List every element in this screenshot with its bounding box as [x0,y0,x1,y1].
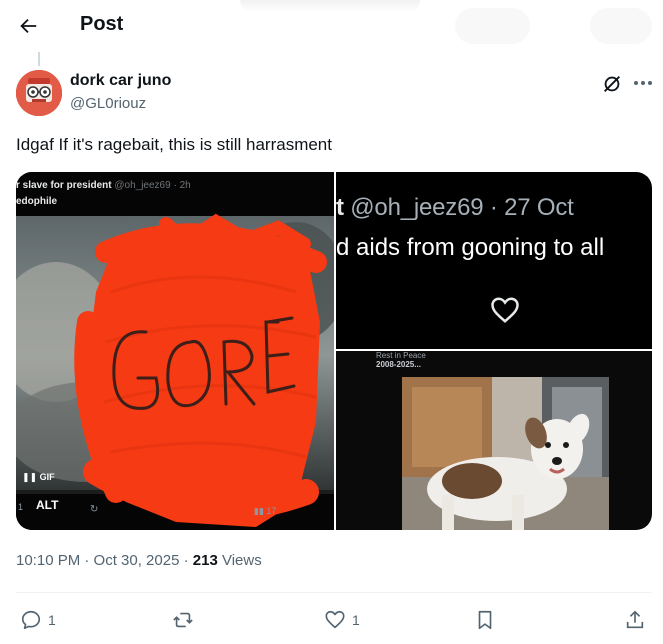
repost-icon [173,612,193,628]
avatar-image [16,70,62,116]
reply-count: 1 [48,612,56,628]
heart-icon [491,297,519,323]
avatar[interactable] [16,70,62,116]
media-grid: r slave for president @oh_jeez69 · 2h ed… [16,172,652,530]
like-button[interactable]: 1 [324,606,360,634]
post-text: Idgaf If it's ragebait, this is still ha… [16,135,332,154]
views-count: 213 [192,552,218,569]
bookmark-button[interactable] [474,606,496,634]
like-icon [325,610,345,629]
back-button[interactable] [12,10,44,42]
share-button[interactable] [624,606,646,634]
embedded-author-handle: @oh_jeez69 · 2h [114,180,191,191]
embedded-post-text: edophile [16,196,58,207]
views-label: Views [217,552,262,569]
zoomed-post-text: d aids from gooning to all [336,234,605,261]
like-count: 1 [352,612,360,628]
screenshot-dates: 2008-2025... [376,360,421,369]
action-bar: 1 1 [0,600,663,640]
gif-frame [16,172,334,530]
grok-button[interactable] [600,72,624,96]
arrow-left-icon [20,18,37,34]
embedded-post-author: r slave for president @oh_jeez69 · 2h [16,180,191,191]
embedded-repost-icon: ↻ [90,504,99,515]
embedded-views: ▮▮ 17 [254,506,276,517]
divider [16,592,652,593]
header-button-faded [590,8,652,44]
reply-icon [21,610,41,630]
header-shadow [240,0,420,12]
repost-button[interactable] [172,606,194,634]
author-handle[interactable]: @GL0riouz [70,95,146,112]
screenshot-caption: Rest in Peace [376,351,426,360]
author-name[interactable]: dork car juno [70,72,171,90]
zoomed-handle-text: @oh_jeez69 · 27 Oct [343,194,574,221]
media-image-tweet[interactable]: t @oh_jeez69 · 27 Oct d aids from goonin… [336,172,652,349]
media-image-dog[interactable]: Rest in Peace 2008-2025... [336,351,652,530]
grok-icon [604,76,620,92]
views-icon: ▮▮ [254,506,267,516]
reply-button[interactable]: 1 [20,606,56,634]
page-title: Post [80,13,124,35]
bookmark-icon [478,610,492,630]
embedded-views-count: 17 [266,506,277,516]
media-gif[interactable]: r slave for president @oh_jeez69 · 2h ed… [16,172,334,530]
gif-label: GIF [39,472,55,482]
top-bar: Post [0,0,663,52]
gif-badge: ❚❚ GIF [22,472,55,483]
zoomed-name-fragment: t [336,194,344,221]
embedded-reply-count: 1 [18,502,24,512]
timestamp-text: 10:10 PM · Oct 30, 2025 · [16,552,193,569]
dog-photo [402,377,609,530]
share-icon [626,610,644,629]
embedded-author-name: r slave for president [16,180,112,191]
header-button-faded [455,8,530,44]
more-button[interactable] [630,72,656,94]
post-timestamp[interactable]: 10:10 PM · Oct 30, 2025 · 213 Views [16,552,262,569]
pause-icon: ❚❚ [22,472,40,482]
alt-badge[interactable]: ALT [36,498,58,512]
zoomed-handle: t @oh_jeez69 · 27 Oct [336,194,574,222]
thread-line [38,52,40,66]
more-icon [634,81,652,85]
